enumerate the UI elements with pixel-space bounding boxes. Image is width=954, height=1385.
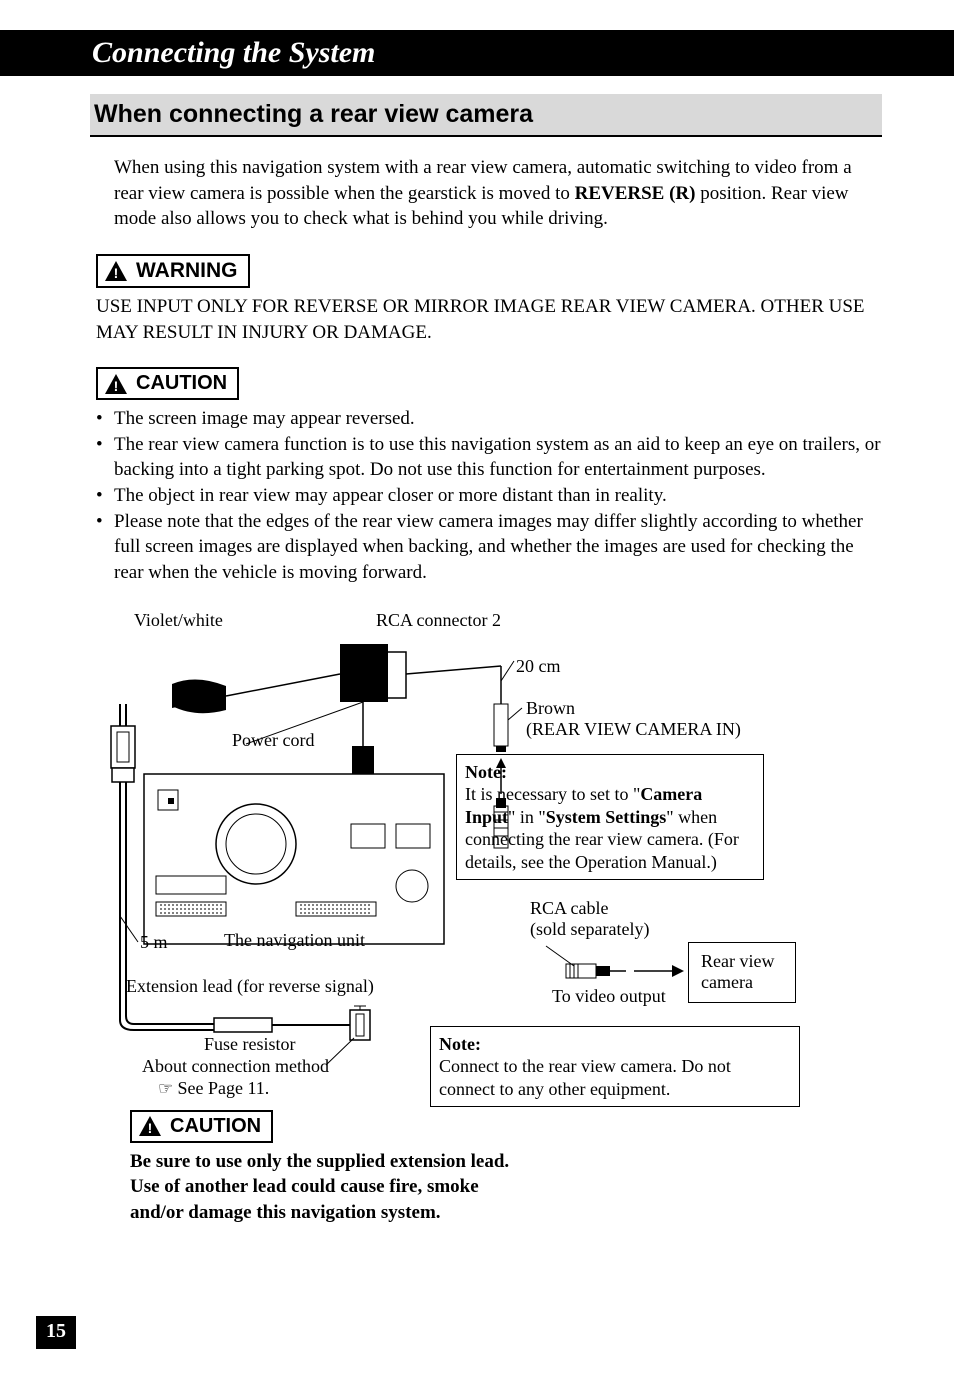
label-fuse-resistor: Fuse resistor [204,1034,296,1056]
label-to-video-output: To video output [552,986,666,1008]
rca-cable-text: RCA cable [530,898,609,918]
list-item: •The screen image may appear reversed. [96,406,882,432]
label-brown: Brown (REAR VIEW CAMERA IN) [526,698,786,741]
caution-item-text: The rear view camera function is to use … [114,432,882,483]
caution-item-text: The object in rear view may appear close… [114,483,667,509]
caution-box: ! CAUTION [96,367,239,400]
caution-triangle-icon: ! [104,373,128,395]
caution-label: CAUTION [136,372,227,395]
note-box-2: Note: Connect to the rear view camera. D… [430,1026,800,1108]
caution-list: •The screen image may appear reversed. •… [96,406,882,585]
pointer-hand-icon: ☞ [158,1079,178,1098]
caution2-text: Be sure to use only the supplied extensi… [130,1149,530,1226]
subsection-title: When connecting a rear view camera [90,98,876,131]
label-5m: 5 m [140,932,168,954]
rear-view-camera-text: Rear view camera [701,951,774,993]
note-box-1: Note: It is necessary to set to "Camera … [456,754,764,881]
label-rca-cable: RCA cable (sold separately) [530,898,690,941]
wiring-diagram: Violet/white RCA connector 2 20 cm Brown… [96,606,882,1216]
note2-text: Connect to the rear view camera. Do not … [439,1056,731,1099]
subsection-bar: When connecting a rear view camera [90,94,882,137]
page-number: 15 [36,1316,76,1349]
label-power-cord: Power cord [232,730,314,752]
svg-text:!: ! [148,1120,153,1136]
note1-text-a: It is necessary to set to " [465,784,640,804]
sold-separately-text: (sold separately) [530,919,649,939]
svg-text:!: ! [114,265,119,281]
note1-text-c: " in " [508,807,546,827]
caution2-label: CAUTION [170,1115,261,1138]
warning-text: USE INPUT ONLY FOR REVERSE OR MIRROR IMA… [96,294,882,345]
caution-triangle-icon: ! [138,1115,162,1137]
label-brown-text: Brown [526,698,575,718]
section-title: Connecting the System [0,30,954,76]
label-about-connection: About connection method [142,1056,329,1078]
caution-item-text: The screen image may appear reversed. [114,406,415,432]
list-item: •Please note that the edges of the rear … [96,509,882,586]
label-see-page: ☞ See Page 11. [158,1078,269,1100]
intro-text-bold: REVERSE (R) [575,183,696,204]
caution-item-text: Please note that the edges of the rear v… [114,509,882,586]
caution-box-2: ! CAUTION [130,1110,273,1143]
label-rear-in: (REAR VIEW CAMERA IN) [526,719,741,739]
note2-label: Note: [439,1034,481,1054]
warning-triangle-icon: ! [104,260,128,282]
list-item: •The object in rear view may appear clos… [96,483,882,509]
label-rca-connector: RCA connector 2 [376,610,501,632]
label-violet-white: Violet/white [134,610,223,632]
note1-bold2: System Settings [546,807,667,827]
warning-label: WARNING [136,259,238,283]
rear-view-camera-box: Rear view camera [688,942,796,1003]
label-extension-lead: Extension lead (for reverse signal) [126,976,374,998]
intro-paragraph: When using this navigation system with a… [96,155,882,232]
label-20cm: 20 cm [516,656,561,678]
list-item: •The rear view camera function is to use… [96,432,882,483]
svg-text:!: ! [114,378,119,394]
label-nav-unit: The navigation unit [224,930,365,952]
note-label: Note: [465,762,507,782]
warning-box: ! WARNING [96,254,250,288]
see-page-text: See Page 11. [178,1078,270,1098]
